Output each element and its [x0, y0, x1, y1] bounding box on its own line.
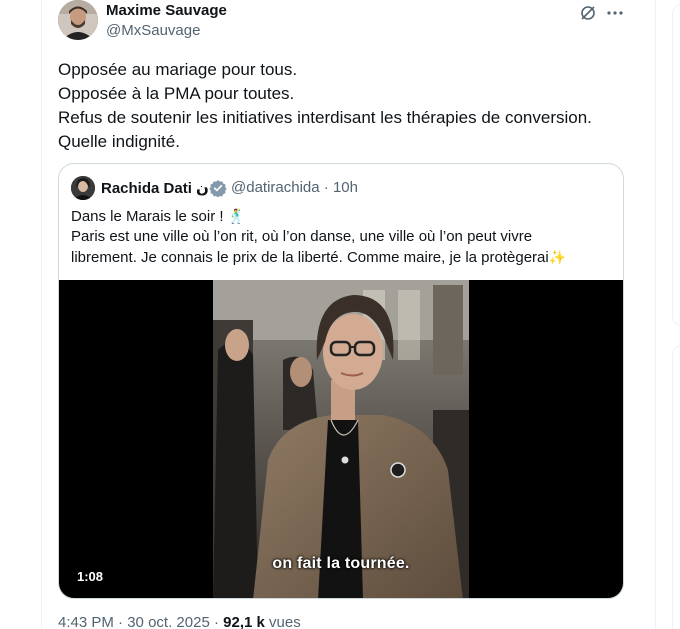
quoted-line: Dans le Marais le soir !	[71, 208, 224, 225]
tweet-line: Refus de soutenir les initiatives interd…	[58, 108, 592, 127]
tweet-date[interactable]: 30 oct. 2025	[127, 614, 210, 629]
quoted-tweet[interactable]: Rachida Dati ﻥ @datirachida · 10h Dans l…	[58, 163, 624, 599]
verified-icon	[209, 179, 227, 198]
more-icon[interactable]	[606, 4, 624, 22]
dot-separator: ·	[319, 179, 333, 196]
sidebar-card-edge	[672, 345, 680, 629]
quoted-line: Paris est une ville où l’on rit, où l’on…	[71, 228, 533, 245]
view-count[interactable]: 92,1 k	[223, 614, 265, 629]
quoted-author-avatar[interactable]	[71, 176, 95, 200]
quoted-tweet-text: Dans le Marais le soir ! 🕺 Paris est une…	[71, 206, 611, 268]
tweet-line: Opposée au mariage pour tous.	[58, 60, 298, 79]
tweet-metadata: 4:43 PM · 30 oct. 2025 · 92,1 k vues	[58, 614, 301, 629]
dancer-emoji: 🕺	[227, 208, 246, 224]
timeline-right-border	[655, 0, 656, 629]
sidebar-card-edge	[672, 4, 680, 326]
video-player[interactable]: on fait la tournée. 1:08	[59, 280, 623, 598]
tweet-line: Quelle indignité.	[58, 132, 180, 151]
video-frame: on fait la tournée.	[213, 280, 469, 598]
sparkles-emoji: ✨	[548, 249, 567, 265]
quoted-line: librement. Je connais le prix de la libe…	[71, 249, 549, 266]
timeline-left-border	[41, 0, 42, 629]
author-avatar[interactable]	[58, 0, 98, 40]
tweet-text: Opposée au mariage pour tous. Opposée à …	[58, 58, 638, 154]
views-label: vues	[264, 614, 301, 629]
quoted-author-meta[interactable]: @datirachida · 10h	[231, 179, 358, 196]
author-name[interactable]: Maxime Sauvage	[106, 2, 227, 19]
tweet-line: Opposée à la PMA pour toutes.	[58, 84, 295, 103]
video-duration: 1:08	[73, 567, 108, 586]
quoted-author-handle[interactable]: @datirachida	[231, 179, 320, 196]
dot-separator: ·	[209, 614, 224, 629]
tweet-time[interactable]: 4:43 PM	[58, 614, 114, 629]
video-caption: on fait la tournée.	[272, 555, 410, 572]
dot-separator: ·	[113, 614, 128, 629]
quoted-time[interactable]: 10h	[333, 179, 358, 196]
author-handle[interactable]: @MxSauvage	[106, 22, 200, 39]
grok-icon[interactable]	[579, 4, 597, 22]
quoted-author-name[interactable]: Rachida Dati ﻥ	[101, 179, 209, 197]
